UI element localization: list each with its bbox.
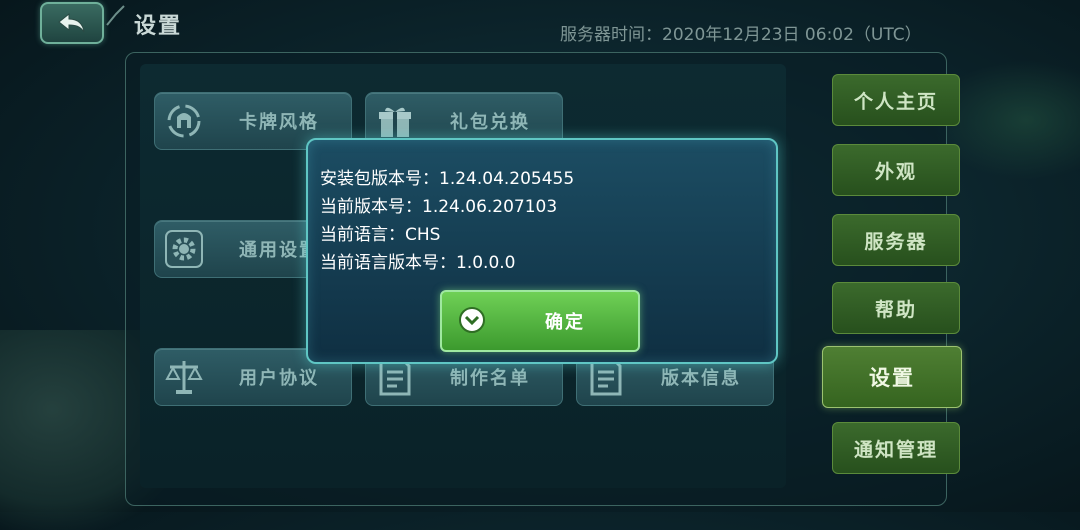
confirm-label: 确定 bbox=[545, 312, 585, 333]
scale-icon bbox=[163, 356, 205, 398]
nav-item-label: 服务器 bbox=[864, 230, 928, 253]
nav-item-help[interactable]: 帮助 bbox=[832, 282, 960, 334]
feather-icon bbox=[106, 5, 125, 26]
nav-item-appearance[interactable]: 外观 bbox=[832, 144, 960, 196]
nav-item-label: 外观 bbox=[874, 160, 917, 183]
nav-item-notifications[interactable]: 通知管理 bbox=[832, 422, 960, 474]
current-version-text: 当前版本号：1.24.06.207103 bbox=[320, 197, 558, 217]
package-version-text: 安装包版本号：1.24.04.205455 bbox=[320, 169, 575, 189]
nav-item-server[interactable]: 服务器 bbox=[832, 214, 960, 266]
current-language-text: 当前语言：CHS bbox=[320, 225, 441, 245]
version-info-dialog: 安装包版本号：1.24.04.205455 当前版本号：1.24.06.2071… bbox=[306, 138, 778, 364]
server-time: 服务器时间：2020年12月23日 06:02（UTC） bbox=[560, 25, 922, 45]
nav-item-label: 通知管理 bbox=[853, 438, 938, 461]
helmet-icon bbox=[163, 100, 205, 142]
gift-icon bbox=[374, 100, 416, 142]
nav-item-label: 个人主页 bbox=[853, 90, 938, 113]
confirm-button[interactable]: 确定 bbox=[440, 290, 640, 352]
chevron-down-circle-icon bbox=[459, 307, 485, 333]
nav-item-label: 设置 bbox=[869, 366, 915, 390]
gear-icon bbox=[163, 228, 205, 270]
nav-item-settings[interactable]: 设置 bbox=[822, 346, 962, 408]
nav-item-label: 帮助 bbox=[874, 298, 917, 321]
nav-item-profile[interactable]: 个人主页 bbox=[832, 74, 960, 126]
page-title: 设置 bbox=[134, 14, 183, 39]
language-version-text: 当前语言版本号：1.0.0.0 bbox=[320, 253, 516, 273]
back-button[interactable] bbox=[40, 2, 104, 44]
back-arrow-icon bbox=[58, 12, 85, 33]
